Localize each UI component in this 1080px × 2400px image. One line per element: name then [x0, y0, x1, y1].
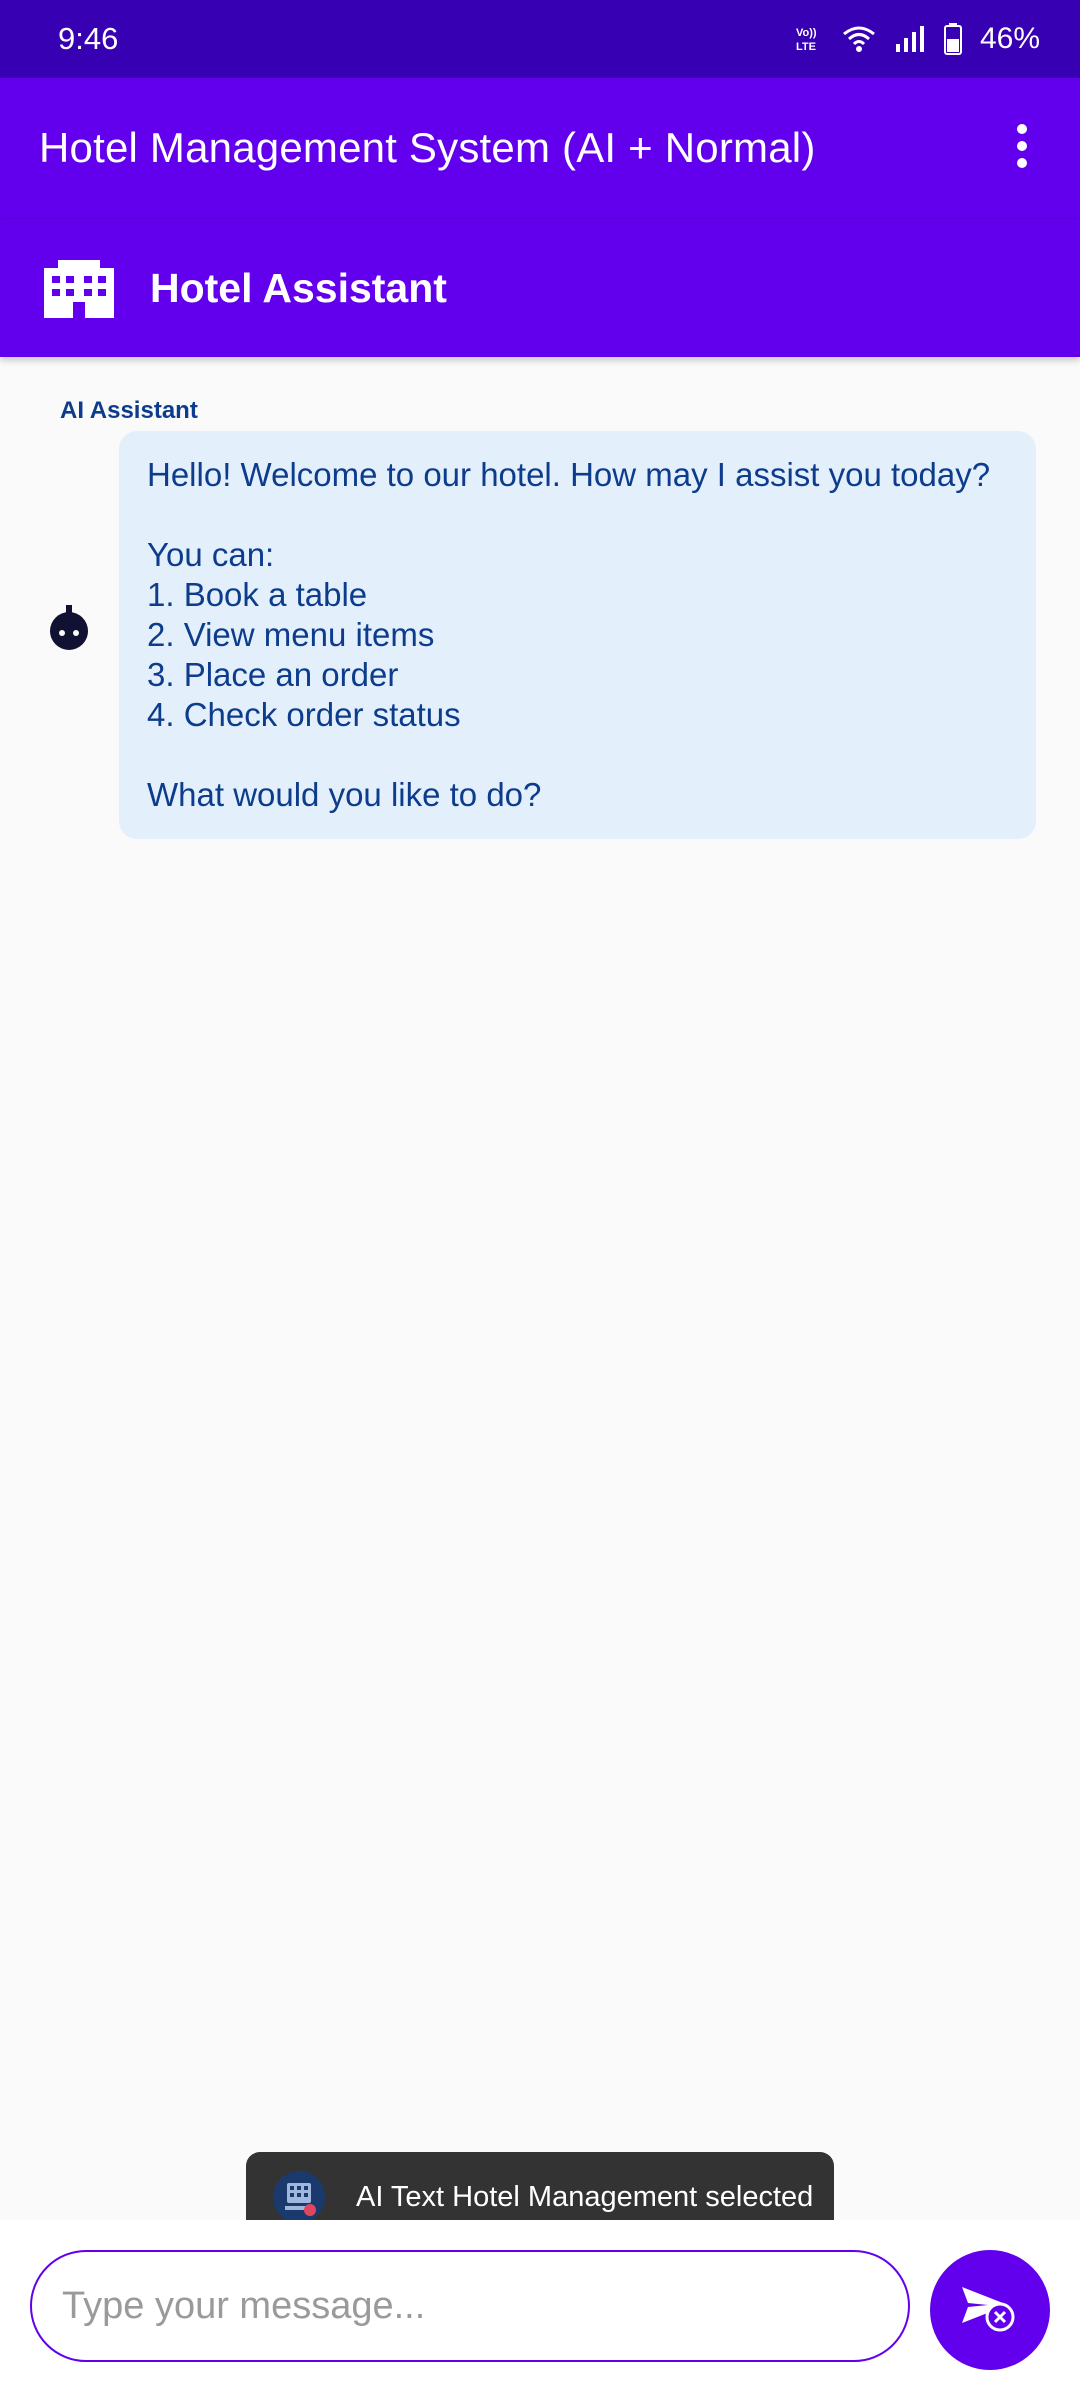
volte-icon: Vo)) LTE — [794, 24, 824, 54]
battery-icon — [943, 23, 962, 55]
hotel-building-icon — [44, 258, 114, 318]
send-button[interactable] — [930, 2250, 1050, 2370]
message-bubble: Hello! Welcome to our hotel. How may I a… — [119, 431, 1036, 839]
status-bar: 9:46 Vo)) LTE 46% — [0, 0, 1080, 78]
app-icon — [272, 2170, 326, 2224]
battery-percent: 46% — [979, 22, 1040, 55]
chat-area[interactable]: AI Assistant Hello! Welcome to our hotel… — [0, 357, 1080, 2220]
toast-text: AI Text Hotel Management selected — [356, 2180, 814, 2213]
bot-icon — [46, 605, 92, 651]
send-icon — [958, 2279, 1022, 2342]
app-bar: Hotel Management System (AI + Normal) — [0, 78, 1080, 218]
overflow-menu-button[interactable] — [982, 108, 1062, 188]
message-sender: AI Assistant — [60, 397, 198, 424]
svg-text:Vo)): Vo)) — [796, 27, 817, 39]
message-input[interactable] — [30, 2250, 910, 2362]
svg-text:LTE: LTE — [796, 41, 816, 53]
status-time: 9:46 — [58, 21, 119, 56]
assistant-header: Hotel Assistant — [0, 218, 1080, 357]
wifi-icon — [842, 24, 876, 54]
app-title: Hotel Management System (AI + Normal) — [39, 124, 816, 171]
status-icons: Vo)) LTE 46% — [794, 22, 1040, 56]
assistant-title: Hotel Assistant — [150, 264, 447, 311]
more-vert-icon — [1015, 123, 1029, 174]
input-bar — [0, 2220, 1080, 2400]
signal-icon — [894, 24, 926, 54]
